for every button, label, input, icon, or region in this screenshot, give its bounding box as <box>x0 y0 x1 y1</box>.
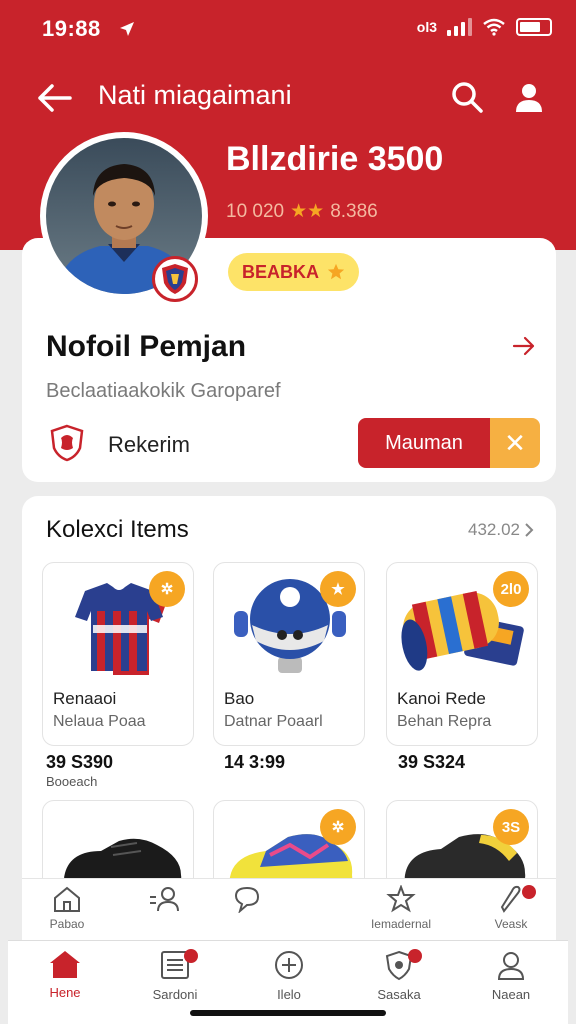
search-icon <box>452 82 483 113</box>
item-price: 39 S324 <box>398 752 466 772</box>
item-badge: 2l0 <box>493 571 529 607</box>
item-badge: 3S <box>493 809 529 845</box>
sub-nav-item-chat[interactable] <box>202 885 292 937</box>
item-badge: ★ <box>320 571 356 607</box>
tab-profile[interactable]: Naean <box>466 949 556 1013</box>
tab-label: Sasaka <box>377 987 421 1002</box>
item-subtitle: Datnar Poaarl <box>224 713 323 730</box>
item-card[interactable]: ★ Bao Datnar Poaarl <box>213 562 365 746</box>
item-badge: ✲ <box>149 571 185 607</box>
tab-club[interactable]: Sasaka <box>354 949 444 1013</box>
item-subtitle: Nelaua Poaa <box>53 713 146 730</box>
home-icon <box>50 951 80 978</box>
home-indicator[interactable] <box>190 1010 386 1016</box>
tab-add[interactable]: Ilelo <box>244 949 334 1013</box>
tab-label: Naean <box>491 987 531 1002</box>
sub-nav-item-awards[interactable]: Iemadernal <box>356 885 446 937</box>
sub-nav-item-people[interactable] <box>119 885 209 937</box>
sub-nav-label: Veask <box>494 917 528 931</box>
person-icon <box>497 952 525 980</box>
follow-button[interactable]: Mauman <box>358 418 490 468</box>
rating-count: 8.386 <box>330 200 378 222</box>
item-price: 39 S390 <box>46 752 114 772</box>
sub-nav-item-trophy[interactable]: Veask <box>466 885 556 937</box>
notification-dot <box>408 949 422 963</box>
collection-more-label: 432.02 <box>468 520 520 539</box>
close-icon: ✕ <box>504 427 526 458</box>
rank-label: BEABKA <box>242 261 320 282</box>
club-crest-icon <box>48 424 86 462</box>
player-subtitle: Beclaatiaakokik Garoparef <box>46 380 281 402</box>
nav-bar: Nati miagaimani <box>0 70 576 124</box>
item-name: Kanoi Rede <box>397 689 486 708</box>
user-icon <box>516 84 542 112</box>
arrow-left-icon <box>38 84 72 112</box>
sub-nav-item-home[interactable]: Pabao <box>22 885 112 937</box>
tab-label: Sardoni <box>152 987 198 1002</box>
location-arrow-icon <box>120 22 134 36</box>
item-card[interactable]: 2l0 Kanoi Rede Behan Repra <box>386 562 538 746</box>
club-badge <box>152 256 198 302</box>
club-shield-icon <box>162 264 188 294</box>
collection-see-all[interactable]: 432.02 <box>468 520 534 540</box>
battery-icon <box>516 18 552 36</box>
star-badge-icon <box>386 885 416 913</box>
tab-label: Ilelo <box>277 987 301 1002</box>
status-bar: 19:88 ol3 <box>0 0 576 58</box>
notification-dot <box>522 885 536 899</box>
action-group: Mauman ✕ <box>358 418 540 468</box>
item-subtitle: Behan Repra <box>397 713 492 730</box>
secondary-nav: Pabao Iemadernal Veask <box>22 878 556 940</box>
rank-badge: BEABKA <box>228 253 360 291</box>
profile-detail-button[interactable] <box>510 332 538 360</box>
signal-icon <box>447 18 472 36</box>
item-sold: Booeach <box>46 774 98 789</box>
tab-label: Hene <box>49 985 81 1000</box>
item-name: Bao <box>224 689 255 708</box>
search-button[interactable] <box>446 76 488 118</box>
player-name: Nofoil Pemjan <box>46 330 247 363</box>
tab-home[interactable]: Hene <box>20 949 110 1013</box>
carrier-label: ol3 <box>416 19 437 35</box>
status-icons: ol3 <box>417 18 552 36</box>
people-icon <box>150 887 179 912</box>
notification-dot <box>184 949 198 963</box>
sub-nav-label: Pabao <box>49 917 85 931</box>
status-time: 19:88 <box>42 16 101 41</box>
club-name: Rekerim <box>108 432 190 457</box>
item-card[interactable]: ✲ Renaaoi Nelaua Poaa <box>42 562 194 746</box>
rating-value: 10 020 <box>226 200 285 222</box>
chat-icon <box>234 886 260 913</box>
collection-title: Kolexci Items <box>46 516 189 543</box>
chevron-right-icon <box>525 523 534 537</box>
arrow-right-icon <box>512 336 535 356</box>
dismiss-button[interactable]: ✕ <box>490 418 540 468</box>
sub-nav-label: Iemadernal <box>370 917 432 931</box>
item-price: 14 3:99 <box>224 752 286 772</box>
player-price: Bllzdirie 3500 <box>226 140 444 178</box>
star-icon <box>327 263 345 280</box>
plus-icon <box>275 951 303 979</box>
back-button[interactable] <box>34 78 74 118</box>
wifi-icon <box>483 18 505 36</box>
item-name: Renaaoi <box>53 689 117 708</box>
collection-card: Kolexci Items 432.02 ✲ Renaaoi Nelaua Po… <box>22 496 556 916</box>
account-button[interactable] <box>508 76 550 118</box>
player-rating: 10 020 ★★ 8.386 <box>226 200 378 223</box>
home-outline-icon <box>54 886 80 912</box>
page-title: Nati miagaimani <box>98 80 292 110</box>
item-badge: ✲ <box>320 809 356 845</box>
tab-list[interactable]: Sardoni <box>130 949 220 1013</box>
rating-stars: ★★ <box>290 201 325 222</box>
